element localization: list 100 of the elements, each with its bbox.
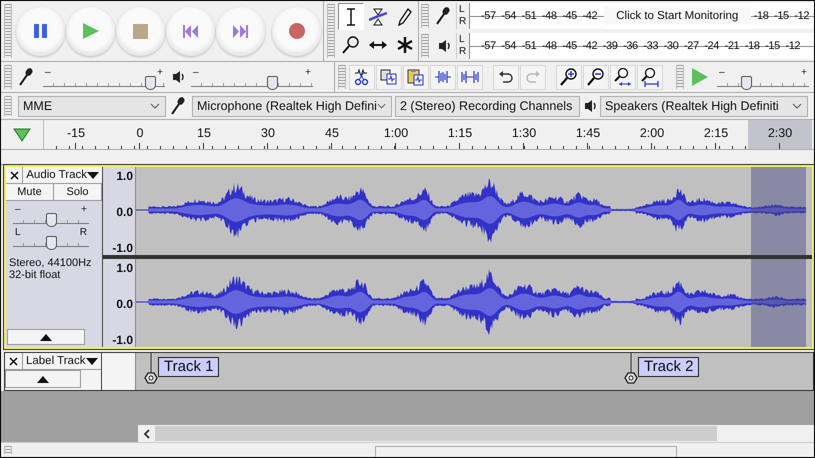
slider-min-label: L (15, 228, 21, 238)
toolbar-button[interactable] (457, 64, 483, 90)
channel-letter: L (459, 4, 466, 16)
tool-button[interactable] (338, 3, 364, 30)
toolbar-button[interactable] (637, 64, 663, 90)
record-button[interactable] (272, 6, 321, 56)
playback-meter[interactable]: -57 -54 -51 -48 -45 -42 -39 -36 -33 -30 -27 -24 -21 -18 -15 -12 (469, 33, 814, 59)
up-arrow-icon (37, 376, 49, 382)
toolbar-grip[interactable] (421, 34, 429, 58)
pause-button[interactable] (16, 6, 65, 56)
zoom-out-icon (587, 68, 605, 86)
fit-selection-icon (614, 68, 632, 86)
toolbar-button[interactable] (556, 64, 582, 90)
toolbar-grip[interactable] (4, 4, 12, 58)
mute-button[interactable]: Mute (6, 184, 54, 200)
toolbar-button[interactable] (430, 64, 456, 90)
track-info: Stereo, 44100Hz (9, 257, 93, 269)
collapse-button[interactable] (7, 329, 85, 345)
paste-icon (407, 68, 425, 86)
collapse-button[interactable] (5, 370, 81, 388)
solo-button[interactable]: Solo (54, 184, 102, 200)
slider-thumb[interactable] (46, 213, 57, 227)
timeline-ruler[interactable]: -15 0 15 30 45 1:00 1:15 1:30 1:45 2:00 2:15 2:30 (1, 120, 814, 150)
label-area[interactable]: Track 1 Track 2 (136, 353, 813, 390)
magnifier-icon (342, 36, 360, 54)
time-label: 2:15 (684, 120, 748, 149)
slider-thumb[interactable] (266, 76, 278, 90)
slider-min-label: – (719, 68, 725, 78)
time-label: 1:15 (428, 120, 492, 149)
time-label: 45 (300, 120, 364, 149)
fit-project-icon (641, 68, 659, 86)
horizontal-scrollbar[interactable] (138, 425, 814, 442)
waveform-area[interactable] (136, 167, 812, 255)
toolbar-button[interactable] (583, 64, 609, 90)
up-arrow-icon (40, 334, 52, 340)
recording-device-dropdown[interactable]: Microphone (Realtek High Defini (192, 96, 392, 116)
playback-device-dropdown[interactable]: Speakers (Realtek High Definiti (600, 96, 808, 116)
caret-icon (87, 172, 99, 178)
meter-scale-label: -33 (643, 40, 660, 52)
slider-thumb[interactable] (46, 236, 57, 250)
close-button[interactable] (6, 167, 24, 183)
slider-max-label: + (157, 68, 163, 78)
meter-scale-label: -15 (774, 10, 790, 22)
meter-scale-label: -42 (582, 10, 598, 22)
slider-max-label: + (81, 205, 87, 215)
slider-thumb[interactable] (145, 76, 156, 90)
record-icon (288, 22, 306, 40)
track-menu-button[interactable]: Audio Track (23, 167, 102, 183)
channels-dropdown[interactable]: 2 (Stereo) Recording Channels (395, 96, 580, 116)
meter-scale-label: -21 (724, 40, 740, 52)
waveform-area[interactable] (136, 259, 812, 347)
toolbar-grip[interactable] (4, 96, 12, 116)
time-label: 0 (108, 120, 172, 149)
toolbar-button[interactable] (610, 64, 636, 90)
play-head-icon[interactable] (13, 128, 31, 142)
track-info: 32-bit float (9, 269, 62, 281)
time-label: 1:00 (364, 120, 428, 149)
label-text[interactable]: Track 2 (638, 357, 700, 377)
meter-scale-label: -12 (794, 10, 810, 22)
meter-scale-label: -39 (602, 40, 618, 52)
record-meter[interactable]: -57 -54 -51 -48 -45 -42 Click to Start Monitoring -18 -15 -12 (469, 3, 814, 29)
meter-scale-label: -45 (562, 40, 578, 52)
label-text[interactable]: Track 1 (158, 357, 220, 377)
start-monitoring-button[interactable]: Click to Start Monitoring (604, 7, 751, 25)
toolbar-button[interactable] (349, 64, 375, 90)
toolbar-grip[interactable] (4, 65, 12, 89)
close-icon (10, 170, 19, 180)
slider-thumb[interactable] (741, 76, 752, 90)
meter-scale-label: -15 (765, 40, 781, 52)
meter-scale-label: -30 (664, 40, 680, 52)
channel-letter: R (459, 16, 468, 28)
skip-to-end-icon (232, 22, 249, 40)
caret-icon (376, 102, 386, 110)
time-label: -15 (44, 120, 108, 149)
copy-icon (380, 68, 398, 86)
slider-max-label: + (801, 68, 807, 78)
time-label: 1:45 (556, 120, 620, 149)
meter-scale-label: -45 (562, 10, 578, 22)
stop-icon (132, 22, 149, 40)
toolbar-grip[interactable] (327, 4, 335, 58)
toolbar-button[interactable] (376, 64, 402, 90)
toolbar-grip[interactable] (676, 65, 684, 89)
host-dropdown[interactable]: MME (18, 96, 166, 116)
meter-scale-label: -18 (744, 40, 761, 52)
toolbar-button[interactable] (403, 64, 429, 90)
pencil-icon (396, 8, 414, 26)
toolbar-grip[interactable] (338, 65, 346, 89)
meter-scale-label: -54 (501, 10, 517, 22)
toolbar-grip[interactable] (421, 4, 429, 28)
skip-start-button[interactable] (166, 6, 215, 56)
amplitude-label: -1.0 (111, 241, 133, 255)
skip-end-button[interactable] (216, 6, 265, 56)
envelope-tool-icon (369, 8, 387, 26)
caret-icon (86, 358, 98, 364)
toolbar-grip[interactable] (4, 446, 12, 454)
meter-scale-label: -27 (684, 40, 700, 52)
channel-letter: L (459, 34, 466, 46)
scrollbar-thumb[interactable] (155, 426, 717, 441)
skip-to-start-icon (182, 22, 199, 40)
toolbar-button[interactable] (493, 64, 519, 90)
